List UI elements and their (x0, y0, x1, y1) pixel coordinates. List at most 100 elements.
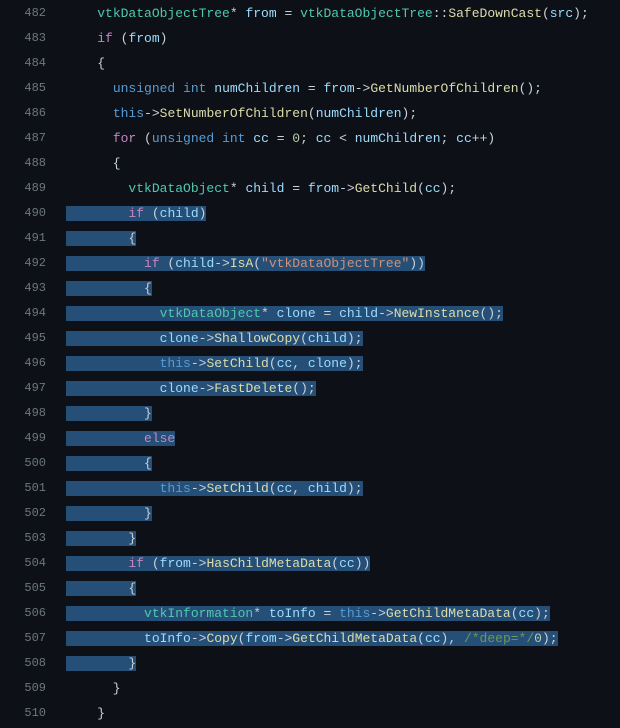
code-content[interactable]: this->SetChild(cc, child); (66, 476, 620, 501)
code-token: child (339, 306, 378, 321)
code-line[interactable]: 491 { (0, 226, 620, 251)
code-token: ( (113, 31, 129, 46)
code-token: 0 (534, 631, 542, 646)
line-number: 482 (0, 1, 66, 26)
code-token: ( (136, 131, 152, 146)
code-line[interactable]: 502 } (0, 501, 620, 526)
line-number: 488 (0, 151, 66, 176)
line-number: 491 (0, 226, 66, 251)
code-line[interactable]: 485 unsigned int numChildren = from->Get… (0, 76, 620, 101)
code-content[interactable]: vtkDataObject* child = from->GetChild(cc… (66, 176, 620, 201)
code-token: toInfo (269, 606, 316, 621)
code-line[interactable]: 510 } (0, 701, 620, 726)
code-line[interactable]: 499 else (0, 426, 620, 451)
code-token: ); (347, 356, 363, 371)
code-line[interactable]: 484 { (0, 51, 620, 76)
code-content[interactable]: { (66, 451, 620, 476)
code-content[interactable]: toInfo->Copy(from->GetChildMetaData(cc),… (66, 626, 620, 651)
code-token: ) (199, 206, 207, 221)
code-line[interactable]: 508 } (0, 651, 620, 676)
code-content[interactable]: } (66, 501, 620, 526)
code-token: src (550, 6, 573, 21)
line-number: 496 (0, 351, 66, 376)
code-content[interactable]: vtkInformation* toInfo = this->GetChildM… (66, 601, 620, 626)
code-content[interactable]: this->SetChild(cc, clone); (66, 351, 620, 376)
code-token: ( (160, 256, 176, 271)
code-editor[interactable]: 482 vtkDataObjectTree* from = vtkDataObj… (0, 0, 620, 728)
code-content[interactable]: clone->FastDelete(); (66, 376, 620, 401)
code-content[interactable]: } (66, 651, 620, 676)
code-content[interactable]: if (child->IsA("vtkDataObjectTree")) (66, 251, 620, 276)
code-line[interactable]: 482 vtkDataObjectTree* from = vtkDataObj… (0, 1, 620, 26)
code-content[interactable]: for (unsigned int cc = 0; cc < numChildr… (66, 126, 620, 151)
line-number: 506 (0, 601, 66, 626)
code-content[interactable]: } (66, 701, 620, 726)
line-number: 507 (0, 626, 66, 651)
code-token: ), (441, 631, 464, 646)
code-content[interactable]: this->SetNumberOfChildren(numChildren); (66, 101, 620, 126)
code-token: cc (277, 481, 293, 496)
code-line[interactable]: 497 clone->FastDelete(); (0, 376, 620, 401)
code-content[interactable]: } (66, 401, 620, 426)
code-line[interactable]: 494 vtkDataObject* clone = child->NewIns… (0, 301, 620, 326)
code-token: clone (277, 306, 316, 321)
code-token: Copy (206, 631, 237, 646)
code-content[interactable]: if (from->HasChildMetaData(cc)) (66, 551, 620, 576)
code-token: /*deep=*/ (464, 631, 534, 646)
code-content[interactable]: if (from) (66, 26, 620, 51)
code-token: } (66, 531, 136, 546)
code-line[interactable]: 487 for (unsigned int cc = 0; cc < numCh… (0, 126, 620, 151)
code-content[interactable]: vtkDataObject* clone = child->NewInstanc… (66, 301, 620, 326)
code-content[interactable]: { (66, 276, 620, 301)
code-line[interactable]: 509 } (0, 676, 620, 701)
code-token: IsA (230, 256, 253, 271)
line-number: 493 (0, 276, 66, 301)
code-line[interactable]: 506 vtkInformation* toInfo = this->GetCh… (0, 601, 620, 626)
code-content[interactable]: unsigned int numChildren = from->GetNumb… (66, 76, 620, 101)
code-line[interactable]: 483 if (from) (0, 26, 620, 51)
code-token: SafeDownCast (448, 6, 542, 21)
code-token: clone (308, 356, 347, 371)
code-line[interactable]: 488 { (0, 151, 620, 176)
code-line[interactable]: 501 this->SetChild(cc, child); (0, 476, 620, 501)
code-content[interactable]: else (66, 426, 620, 451)
code-token (66, 631, 144, 646)
code-content[interactable]: { (66, 51, 620, 76)
code-line[interactable]: 503 } (0, 526, 620, 551)
code-line[interactable]: 505 { (0, 576, 620, 601)
code-token: ; (441, 131, 457, 146)
code-line[interactable]: 493 { (0, 276, 620, 301)
code-content[interactable]: } (66, 676, 620, 701)
code-token: if (97, 31, 113, 46)
code-line[interactable]: 489 vtkDataObject* child = from->GetChil… (0, 176, 620, 201)
code-token: ( (253, 256, 261, 271)
line-number: 509 (0, 676, 66, 701)
code-token: child (245, 181, 284, 196)
code-line[interactable]: 495 clone->ShallowCopy(child); (0, 326, 620, 351)
code-line[interactable]: 496 this->SetChild(cc, clone); (0, 351, 620, 376)
code-line[interactable]: 490 if (child) (0, 201, 620, 226)
code-token: } (66, 506, 152, 521)
code-content[interactable]: { (66, 576, 620, 601)
code-token (66, 431, 144, 446)
code-token: FastDelete (214, 381, 292, 396)
line-number: 503 (0, 526, 66, 551)
code-line[interactable]: 486 this->SetNumberOfChildren(numChildre… (0, 101, 620, 126)
code-content[interactable]: if (child) (66, 201, 620, 226)
code-token: -> (378, 306, 394, 321)
code-token: ( (300, 331, 308, 346)
code-line[interactable]: 507 toInfo->Copy(from->GetChildMetaData(… (0, 626, 620, 651)
code-line[interactable]: 500 { (0, 451, 620, 476)
line-number: 498 (0, 401, 66, 426)
code-content[interactable]: clone->ShallowCopy(child); (66, 326, 620, 351)
code-token: vtkInformation (144, 606, 253, 621)
code-content[interactable]: { (66, 151, 620, 176)
code-content[interactable]: } (66, 526, 620, 551)
code-line[interactable]: 492 if (child->IsA("vtkDataObjectTree")) (0, 251, 620, 276)
code-line[interactable]: 504 if (from->HasChildMetaData(cc)) (0, 551, 620, 576)
code-content[interactable]: vtkDataObjectTree* from = vtkDataObjectT… (66, 1, 620, 26)
code-line[interactable]: 498 } (0, 401, 620, 426)
code-content[interactable]: { (66, 226, 620, 251)
code-token: ); (534, 606, 550, 621)
code-token: toInfo (144, 631, 191, 646)
